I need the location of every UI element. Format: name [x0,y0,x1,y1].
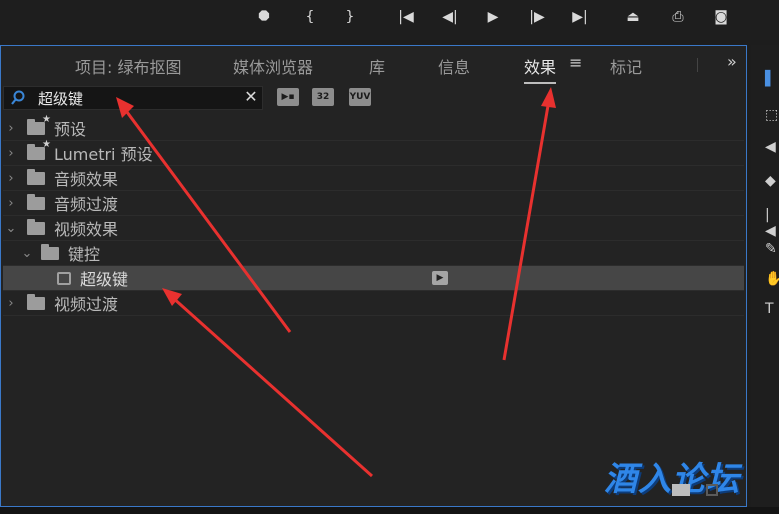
arrow-to-search [122,107,292,333]
trash-icon[interactable] [706,484,718,496]
panel-thumbnail-icon[interactable] [672,484,690,496]
arrowhead-effects-icon [541,87,556,108]
arrow-to-effects-tab [502,99,551,361]
arrowhead-search-icon [116,97,134,118]
arrow-to-ultra-key [170,295,374,478]
annotation-arrows [116,87,556,478]
